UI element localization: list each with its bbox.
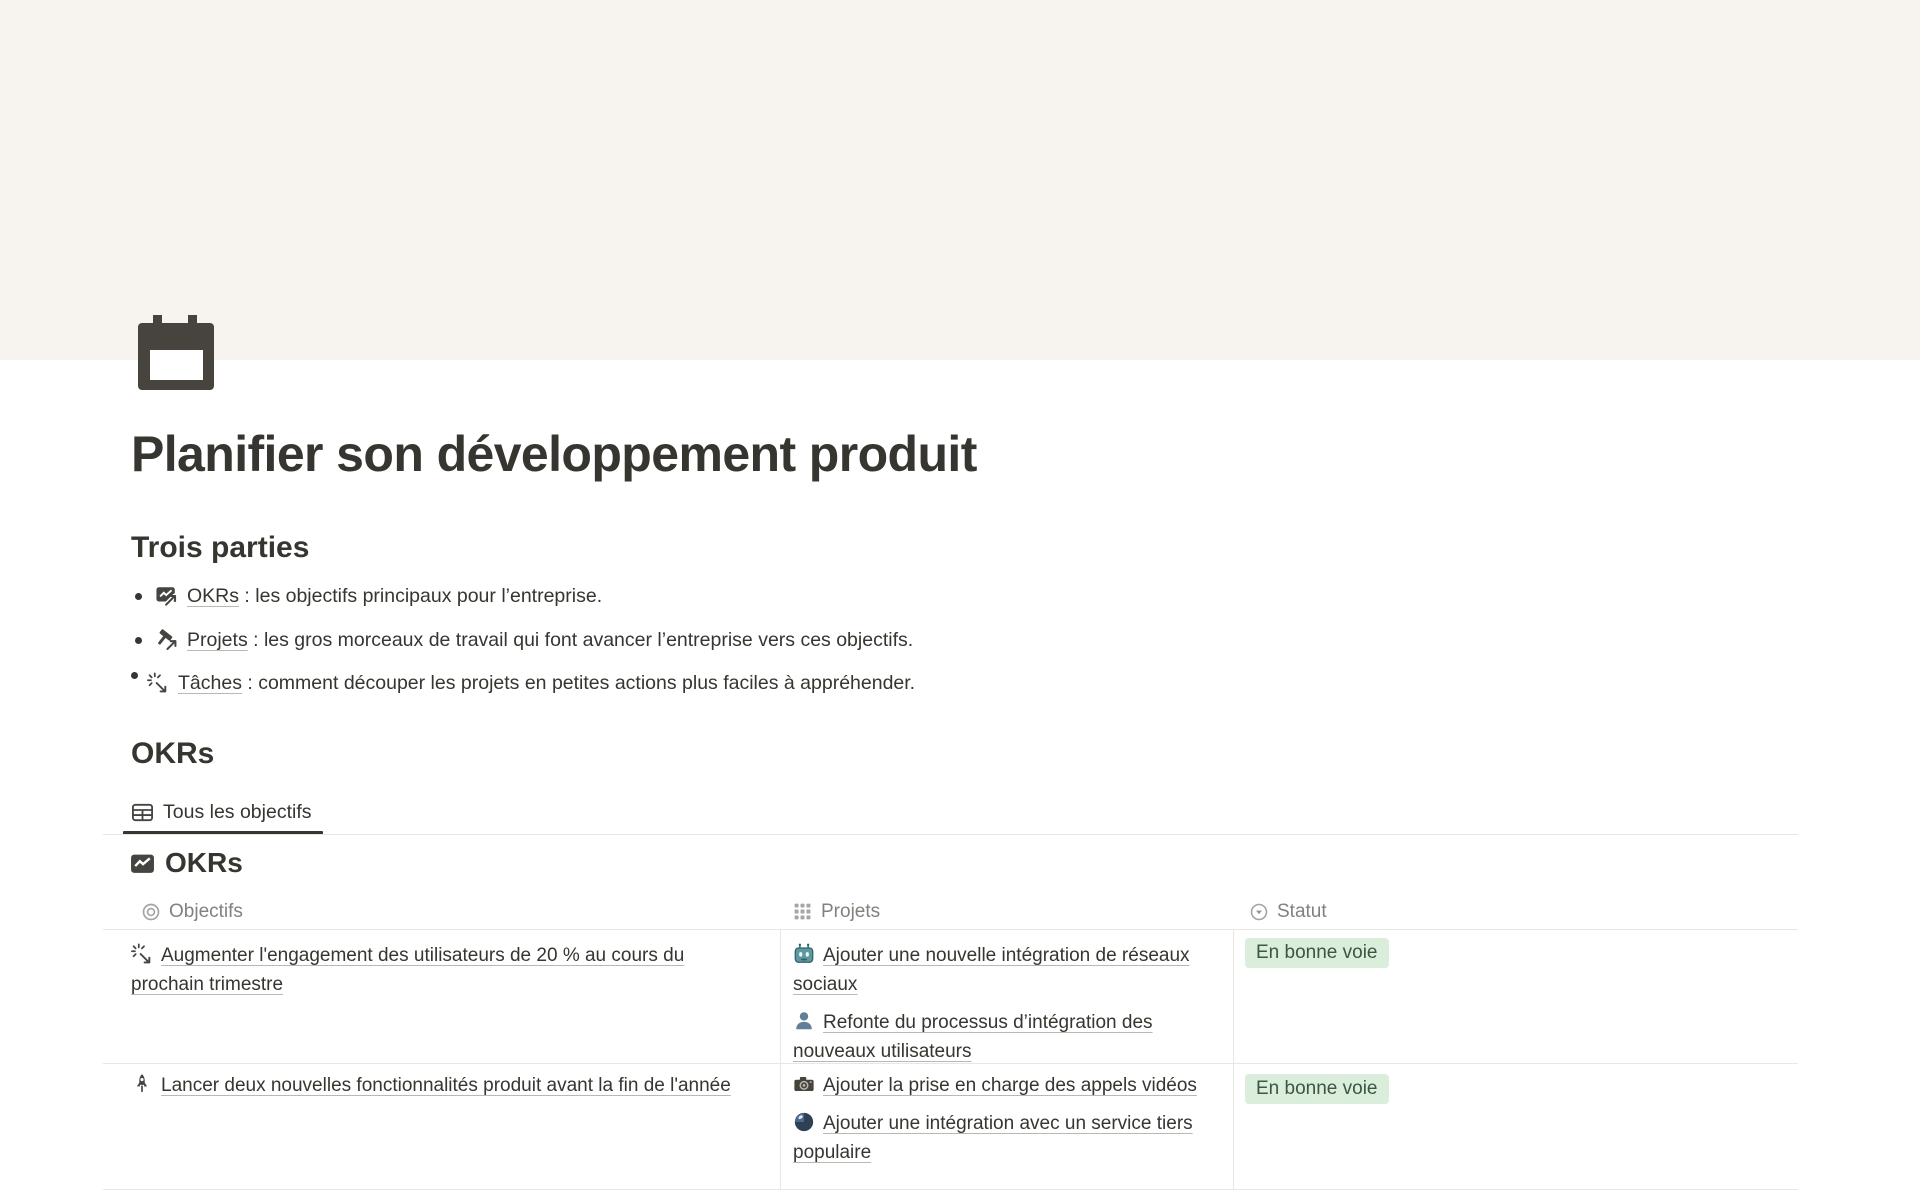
table-row-1-projets: Ajouter une nouvelle intégration de rése… <box>793 941 1225 1075</box>
okrs-link[interactable]: OKRs <box>187 585 239 607</box>
project-link[interactable]: Refonte du processus d’intégration des n… <box>793 1012 1153 1062</box>
table-row-1-objectif[interactable]: Augmenter l'engagement des utilisateurs … <box>131 941 731 999</box>
spark-click-icon <box>131 943 153 965</box>
list-item-taches: Tâches : comment découper les projets en… <box>131 668 915 698</box>
project-link[interactable]: Ajouter la prise en charge des appels vi… <box>823 1075 1197 1096</box>
list-item-text: Projets : les gros morceaux de travail q… <box>187 625 913 655</box>
list-item-text: OKRs : les objectifs principaux pour l’e… <box>187 581 602 611</box>
project-link-item[interactable]: Ajouter une nouvelle intégration de rése… <box>793 941 1225 999</box>
column-label: Projets <box>821 898 880 925</box>
taches-link[interactable]: Tâches <box>178 672 242 694</box>
spark-click-icon <box>147 672 169 694</box>
notion-page: Planifier son développement produit Troi… <box>0 0 1920 1199</box>
person-icon <box>793 1010 815 1032</box>
objectif-link[interactable]: Lancer deux nouvelles fonctionnalités pr… <box>161 1075 731 1096</box>
column-label: Objectifs <box>169 898 243 925</box>
grid-icon <box>793 902 813 922</box>
target-icon <box>141 902 161 922</box>
projets-link[interactable]: Projets <box>187 629 248 651</box>
camera-icon <box>793 1073 815 1095</box>
column-header-projets[interactable]: Projets <box>793 898 880 925</box>
list-item-okrs: OKRs : les objectifs principaux pour l’e… <box>131 581 602 611</box>
column-header-objectifs[interactable]: Objectifs <box>141 898 243 925</box>
column-header-statut[interactable]: Statut <box>1249 898 1327 925</box>
header-divider <box>103 929 1798 930</box>
robot-icon <box>793 943 815 965</box>
bullet-dot <box>131 672 138 679</box>
status-icon <box>1249 902 1269 922</box>
objectif-link[interactable]: Augmenter l'engagement des utilisateurs … <box>131 945 684 995</box>
section-heading-okrs: OKRs <box>131 735 214 773</box>
column-divider-1[interactable] <box>780 930 781 1190</box>
page-cover[interactable] <box>0 0 1920 360</box>
project-link-item[interactable]: Ajouter la prise en charge des appels vi… <box>793 1071 1253 1100</box>
table-row-2-projets: Ajouter la prise en charge des appels vi… <box>793 1071 1253 1176</box>
project-link-item[interactable]: Refonte du processus d’intégration des n… <box>793 1008 1203 1066</box>
chart-up-icon <box>156 585 178 607</box>
list-item-projets: Projets : les gros morceaux de travail q… <box>131 625 913 655</box>
tab-tous-les-objectifs[interactable]: Tous les objectifs <box>131 799 312 825</box>
rocket-icon <box>131 1073 153 1095</box>
project-link[interactable]: Ajouter une intégration avec un service … <box>793 1113 1193 1163</box>
table-icon <box>131 801 154 824</box>
tab-label: Tous les objectifs <box>163 799 312 825</box>
project-link-item[interactable]: Ajouter une intégration avec un service … <box>793 1109 1248 1167</box>
project-link[interactable]: Ajouter une nouvelle intégration de rése… <box>793 945 1190 995</box>
table-row-2-objectif[interactable]: Lancer deux nouvelles fonctionnalités pr… <box>131 1071 831 1100</box>
bullet-dot <box>135 637 142 644</box>
tabbar-divider <box>103 834 1798 835</box>
database-title-text[interactable]: OKRs <box>165 845 243 881</box>
status-badge[interactable]: En bonne voie <box>1245 1074 1389 1104</box>
status-badge[interactable]: En bonne voie <box>1245 938 1389 968</box>
list-item-text: Tâches : comment découper les projets en… <box>178 668 915 698</box>
chart-box-icon <box>130 851 155 876</box>
database-title: OKRs <box>130 845 243 881</box>
page-title: Planifier son développement produit <box>131 424 977 484</box>
globe-icon <box>793 1111 815 1133</box>
bullet-dot <box>135 593 142 600</box>
section-heading-trois-parties: Trois parties <box>131 529 309 567</box>
row-divider <box>103 1189 1798 1190</box>
hammer-icon <box>156 629 178 651</box>
column-label: Statut <box>1277 898 1327 925</box>
calendar-icon[interactable] <box>138 314 214 390</box>
